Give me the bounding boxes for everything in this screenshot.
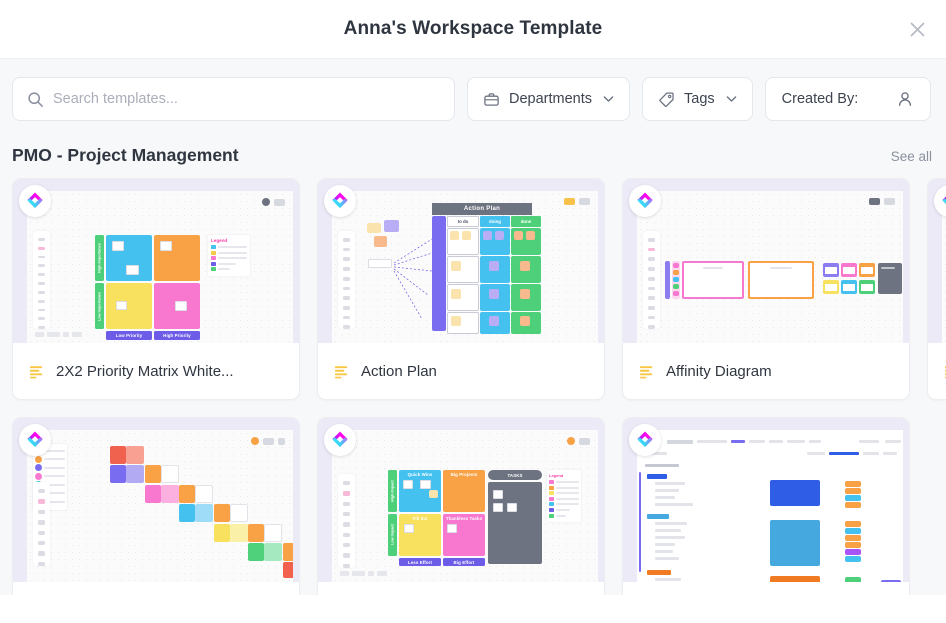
thumbnail-toolbar xyxy=(564,198,590,205)
clickup-logo-icon xyxy=(629,185,661,217)
briefcase-icon xyxy=(484,92,499,106)
mini-sidebar xyxy=(338,231,355,330)
card-footer: 2X2 Priority Matrix White... xyxy=(13,343,299,399)
card-footer xyxy=(13,582,299,595)
card-title: 2X2 Priority Matrix White... xyxy=(56,362,234,380)
template-card[interactable]: High Importance Low Importance Low Prior… xyxy=(12,178,300,400)
mini-sidebar xyxy=(643,231,660,330)
template-card[interactable] xyxy=(927,178,946,400)
clickup-logo-icon xyxy=(324,424,356,456)
page-title: Anna's Workspace Template xyxy=(343,18,603,39)
mini-sidebar xyxy=(338,474,355,568)
list-icon xyxy=(29,365,43,378)
card-footer: Action Plan xyxy=(318,343,604,399)
thumbnail-toolbar xyxy=(262,198,285,206)
thumbnail-canvas: High Importance Low Importance Low Prior… xyxy=(27,191,293,343)
see-all-link[interactable]: See all xyxy=(891,149,932,164)
close-icon xyxy=(910,22,924,36)
tags-filter-label: Tags xyxy=(684,91,715,107)
thumbnail-toolbar xyxy=(567,437,590,445)
template-thumbnail xyxy=(623,179,909,343)
template-card[interactable]: Affinity Diagram xyxy=(622,178,910,400)
mini-sidebar xyxy=(33,231,50,329)
template-thumbnail: Action Plan to do doing done xyxy=(318,179,604,343)
clickup-logo-icon xyxy=(19,185,51,217)
templates-body: PMO - Project Management See all High Im… xyxy=(0,137,946,595)
departments-filter-button[interactable]: Departments xyxy=(467,77,631,121)
template-thumbnail xyxy=(13,418,299,582)
thumbnail-canvas xyxy=(27,430,293,582)
card-title: Action Plan xyxy=(361,362,437,380)
departments-filter-label: Departments xyxy=(509,91,593,107)
toolbar: Departments Tags Created By: xyxy=(0,58,946,137)
card-footer xyxy=(623,582,909,595)
card-title: Affinity Diagram xyxy=(666,362,772,380)
clickup-logo-icon xyxy=(324,185,356,217)
clickup-logo-icon xyxy=(629,424,661,456)
clickup-logo-icon xyxy=(934,185,946,217)
template-card[interactable] xyxy=(12,417,300,595)
thumbnail-toolbar xyxy=(251,437,285,445)
search-box[interactable] xyxy=(12,77,455,121)
tag-icon xyxy=(659,92,674,107)
thumbnail-canvas xyxy=(637,430,903,582)
card-footer xyxy=(928,343,946,399)
template-card-grid: High Importance Low Importance Low Prior… xyxy=(12,178,946,595)
template-card[interactable]: Action Plan to do doing done Action Plan xyxy=(317,178,605,400)
search-icon xyxy=(28,91,43,107)
user-icon xyxy=(898,92,911,106)
thumbnail-canvas xyxy=(637,191,903,343)
created-by-label: Created By: xyxy=(781,91,859,107)
thumbnail-toolbar xyxy=(869,198,895,205)
list-icon xyxy=(334,365,348,378)
modal-header: Anna's Workspace Template xyxy=(0,0,946,58)
template-thumbnail xyxy=(623,418,909,582)
section-title: PMO - Project Management xyxy=(12,145,239,165)
template-thumbnail: High Importance Low Importance Low Prior… xyxy=(13,179,299,343)
template-thumbnail xyxy=(928,179,946,343)
section-header: PMO - Project Management See all xyxy=(12,137,934,178)
list-icon xyxy=(639,365,653,378)
template-card[interactable]: High Impact Low Impact Quick Wins Big Pr… xyxy=(317,417,605,595)
template-card[interactable] xyxy=(622,417,910,595)
thumbnail-canvas: High Impact Low Impact Quick Wins Big Pr… xyxy=(332,430,598,582)
search-input[interactable] xyxy=(53,91,440,107)
chevron-down-icon xyxy=(726,96,736,102)
thumbnail-canvas: Action Plan to do doing done xyxy=(332,191,598,343)
card-footer: Affinity Diagram xyxy=(623,343,909,399)
close-button[interactable] xyxy=(902,14,932,44)
template-thumbnail: High Impact Low Impact Quick Wins Big Pr… xyxy=(318,418,604,582)
tags-filter-button[interactable]: Tags xyxy=(642,77,753,121)
chevron-down-icon xyxy=(603,96,614,102)
card-footer xyxy=(318,582,604,595)
clickup-logo-icon xyxy=(19,424,51,456)
created-by-filter-button[interactable]: Created By: xyxy=(764,77,931,121)
mini-sidebar xyxy=(33,482,50,566)
